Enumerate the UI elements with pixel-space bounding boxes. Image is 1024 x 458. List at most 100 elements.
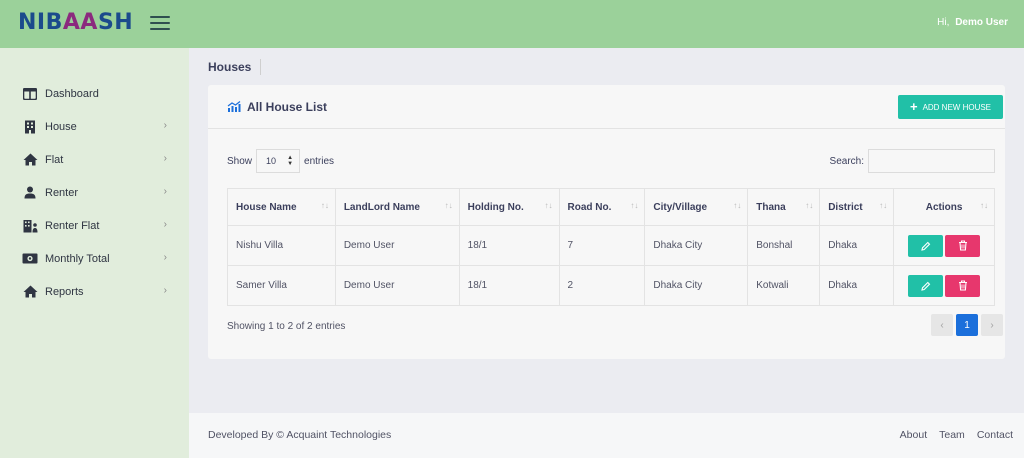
cell-landlord-name: Demo User xyxy=(334,265,460,306)
cell-actions xyxy=(893,225,995,266)
logo-text-start: NIB xyxy=(18,10,63,35)
sidebar-item-renter[interactable]: Renter › xyxy=(0,176,189,209)
footer-link-about[interactable]: About xyxy=(900,429,927,441)
footer-credit: Developed By © Acquaint Technologies xyxy=(208,429,392,441)
sidebar-item-label: Renter xyxy=(45,186,79,199)
column-header-thana[interactable]: Thana ↑↓ xyxy=(747,188,821,226)
column-header-holding-no[interactable]: Holding No. ↑↓ xyxy=(458,188,560,226)
sort-icon: ↑↓ xyxy=(444,201,453,210)
edit-button[interactable] xyxy=(908,274,944,297)
user-greeting[interactable]: Hi, Demo User xyxy=(937,17,1008,28)
sidebar-item-label: Renter Flat xyxy=(45,219,100,232)
cell-thana: Kotwali xyxy=(747,265,821,306)
column-header-city-village[interactable]: City/Village ↑↓ xyxy=(644,188,749,226)
column-header-actions[interactable]: Actions ↑↓ xyxy=(893,188,995,226)
column-header-road-no[interactable]: Road No. ↑↓ xyxy=(558,188,646,226)
trash-icon xyxy=(958,280,967,291)
cell-city-village: Dhaka City xyxy=(644,265,749,306)
home-icon xyxy=(22,284,38,300)
search-control: Search: xyxy=(830,149,995,173)
top-bar: NIBAASH Hi, Demo User xyxy=(0,0,1024,48)
footer-links: About Team Contact xyxy=(900,429,1013,441)
chevron-right-icon: › xyxy=(163,219,167,230)
cell-district: Dhaka xyxy=(819,225,895,266)
sidebar-item-reports[interactable]: Reports › xyxy=(0,275,189,308)
brand-logo[interactable]: NIBAASH xyxy=(18,10,133,35)
sidebar-item-label: Dashboard xyxy=(45,87,99,100)
entries-control: Show 10 ▲ ▼ entries xyxy=(227,149,334,173)
menu-toggle-icon[interactable] xyxy=(150,16,170,30)
sidebar-item-renter-flat[interactable]: Renter Flat › xyxy=(0,209,189,242)
sidebar: Dashboard House › Flat › Renter › Renter… xyxy=(0,48,189,458)
add-new-house-label: ADD NEW HOUSE xyxy=(922,102,992,112)
edit-button[interactable] xyxy=(908,234,944,257)
user-name: Demo User xyxy=(955,17,1008,28)
greeting-text: Hi, xyxy=(937,17,950,28)
entries-select[interactable]: 10 ▲ ▼ xyxy=(256,149,301,173)
delete-button[interactable] xyxy=(945,274,981,297)
home-icon xyxy=(22,152,38,168)
cell-actions xyxy=(893,265,995,306)
cell-thana: Bonshal xyxy=(747,225,821,266)
pencil-icon xyxy=(920,281,930,291)
chart-icon xyxy=(227,100,241,113)
sidebar-item-label: Reports xyxy=(45,285,84,298)
renter-flat-icon xyxy=(22,218,38,234)
footer-link-team[interactable]: Team xyxy=(939,429,965,441)
table-row: Samer Villa Demo User 18/1 2 Dhaka City … xyxy=(227,265,995,306)
breadcrumb: Houses xyxy=(208,59,262,75)
sort-icon: ↑↓ xyxy=(544,201,553,210)
sort-icon: ↑↓ xyxy=(733,201,742,210)
page-1-button[interactable]: 1 xyxy=(956,314,978,336)
cell-road-no: 2 xyxy=(558,265,646,306)
pagination: ‹ 1 › xyxy=(931,314,1003,336)
cell-house-name: Nishu Villa xyxy=(227,225,336,266)
chevron-right-icon: › xyxy=(163,120,167,131)
search-input[interactable] xyxy=(868,149,995,173)
dashboard-icon xyxy=(22,86,38,102)
user-icon xyxy=(22,185,38,201)
delete-button[interactable] xyxy=(945,234,981,257)
cell-landlord-name: Demo User xyxy=(334,225,460,266)
building-icon xyxy=(22,119,38,135)
sidebar-item-label: Monthly Total xyxy=(45,252,110,265)
card-header: All House List + ADD NEW HOUSE xyxy=(208,85,1005,129)
column-header-landlord-name[interactable]: LandLord Name ↑↓ xyxy=(334,188,460,226)
search-label: Search: xyxy=(829,155,864,167)
chevron-right-icon: › xyxy=(163,186,167,197)
chevron-right-icon: › xyxy=(163,153,167,164)
sidebar-item-house[interactable]: House › xyxy=(0,110,189,143)
footer: Developed By © Acquaint Technologies Abo… xyxy=(189,413,1024,458)
sort-icon: ↑↓ xyxy=(320,201,329,210)
house-table: House Name ↑↓ LandLord Name ↑↓ Holding No.… xyxy=(227,188,995,306)
chevron-right-icon: › xyxy=(163,285,167,296)
trash-icon xyxy=(958,240,967,251)
entries-select-value: 10 xyxy=(266,156,277,166)
cell-holding-no: 18/1 xyxy=(458,265,560,306)
sidebar-item-monthly-total[interactable]: Monthly Total › xyxy=(0,242,189,275)
sidebar-item-dashboard[interactable]: Dashboard xyxy=(0,77,189,110)
cell-house-name: Samer Villa xyxy=(227,265,336,306)
sort-icon: ↑↓ xyxy=(879,201,888,210)
add-new-house-button[interactable]: + ADD NEW HOUSE xyxy=(898,95,1003,119)
pencil-icon xyxy=(920,241,930,251)
select-arrows-icon: ▲ ▼ xyxy=(287,155,294,167)
cell-city-village: Dhaka City xyxy=(644,225,749,266)
sidebar-item-label: House xyxy=(45,120,77,133)
sort-icon: ↑↓ xyxy=(630,201,639,210)
column-header-house-name[interactable]: House Name ↑↓ xyxy=(227,188,336,226)
sidebar-item-flat[interactable]: Flat › xyxy=(0,143,189,176)
cell-holding-no: 18/1 xyxy=(458,225,560,266)
column-header-district[interactable]: District ↑↓ xyxy=(819,188,895,226)
entries-label: entries xyxy=(304,155,335,167)
logo-text-mid: AA xyxy=(62,10,98,35)
table-info: Showing 1 to 2 of 2 entries xyxy=(227,321,346,332)
footer-link-contact[interactable]: Contact xyxy=(977,429,1013,441)
next-page-button[interactable]: › xyxy=(981,314,1003,336)
cell-road-no: 7 xyxy=(558,225,646,266)
sort-icon: ↑↓ xyxy=(805,201,814,210)
main-content: Houses All House List + ADD NEW HOUSE Sh… xyxy=(189,48,1024,413)
show-label: Show xyxy=(227,155,253,167)
previous-page-button[interactable]: ‹ xyxy=(931,314,953,336)
sort-icon: ↑↓ xyxy=(980,201,988,210)
